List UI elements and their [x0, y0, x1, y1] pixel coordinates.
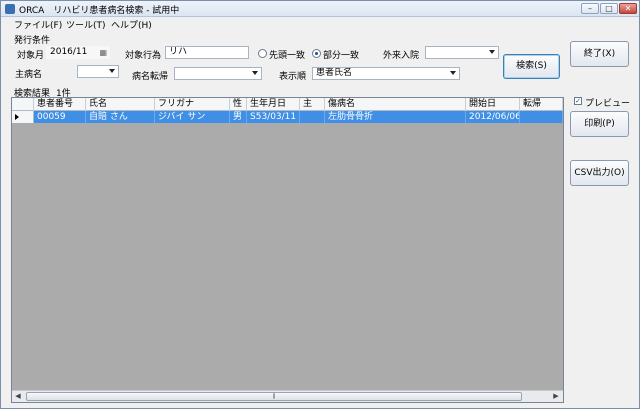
cell-disease[interactable]: 左肋骨骨折 — [325, 111, 466, 123]
disease-select[interactable] — [77, 65, 119, 78]
grid-corner — [12, 98, 34, 111]
search-button[interactable]: 検索(S) — [503, 54, 560, 79]
cell-birthdate[interactable]: S53/03/11 — [247, 111, 300, 123]
orca-app-icon — [5, 4, 15, 14]
outcome-label: 病名転帰 — [132, 72, 169, 82]
cell-furigana[interactable]: ジバイ サン — [155, 111, 230, 123]
preview-label[interactable]: プレビュー — [585, 96, 630, 109]
target-month-value: 2016/11 — [50, 47, 88, 57]
column-header[interactable]: 主 — [300, 98, 325, 111]
menu-bar: ファイル(F) ツール(T) ヘルプ(H) — [1, 17, 639, 31]
minimize-button[interactable]: – — [581, 3, 599, 14]
outcome-select[interactable] — [174, 67, 262, 80]
cell-main[interactable] — [300, 111, 325, 123]
cell-sex[interactable]: 男 — [230, 111, 247, 123]
title-bar[interactable]: ORCA リハビリ患者病名検索 - 試用中 – □ ✕ — [1, 1, 639, 17]
target-month-field[interactable]: 2016/11 ▦ — [46, 46, 110, 59]
target-month-label: 対象月 — [17, 51, 45, 61]
disease-label: 主病名 — [15, 70, 43, 80]
cell-start-date[interactable]: 2012/06/06 — [466, 111, 520, 123]
column-header[interactable]: 転帰 — [520, 98, 563, 111]
csv-export-button[interactable]: CSV出力(O) — [570, 160, 629, 186]
column-header[interactable]: フリガナ — [155, 98, 230, 111]
preview-checkbox[interactable]: ✓ — [574, 97, 582, 105]
quit-button[interactable]: 終了(X) — [570, 41, 629, 67]
chevron-down-icon — [450, 71, 456, 75]
cell-name[interactable]: 自賠 さん — [86, 111, 155, 123]
grid-header: 患者番号 氏名 フリガナ 性 生年月日 主 傷病名 開始日 転帰 — [12, 98, 563, 111]
outpatient-label: 外来入院 — [383, 51, 420, 61]
chevron-down-icon — [489, 50, 495, 54]
column-header[interactable]: 患者番号 — [34, 98, 86, 111]
table-row[interactable]: 00059 自賠 さん ジバイ サン 男 S53/03/11 左肋骨骨折 201… — [12, 111, 563, 123]
row-pointer-icon — [15, 114, 19, 120]
row-header[interactable] — [12, 111, 34, 123]
results-grid[interactable]: 患者番号 氏名 フリガナ 性 生年月日 主 傷病名 開始日 転帰 00059 自… — [11, 97, 564, 403]
app-window: ORCA リハビリ患者病名検索 - 試用中 – □ ✕ ファイル(F) ツール(… — [0, 0, 640, 409]
column-header[interactable]: 生年月日 — [247, 98, 300, 111]
conditions-section-label: 発行条件 — [14, 36, 51, 46]
maximize-button[interactable]: □ — [600, 3, 618, 14]
close-button[interactable]: ✕ — [619, 3, 637, 14]
scroll-left-icon[interactable]: ◀ — [12, 391, 24, 402]
cell-outcome[interactable] — [520, 111, 563, 123]
print-button[interactable]: 印刷(P) — [570, 111, 629, 137]
column-header[interactable]: 氏名 — [86, 98, 155, 111]
prefix-match-label[interactable]: 先頭一致 — [269, 48, 305, 61]
chevron-down-icon — [252, 71, 258, 75]
cell-patient-number[interactable]: 00059 — [34, 111, 86, 123]
partial-match-label[interactable]: 部分一致 — [323, 48, 359, 61]
menu-tools[interactable]: ツール(T) — [66, 18, 106, 31]
prefix-match-radio[interactable] — [258, 49, 267, 58]
menu-file[interactable]: ファイル(F) — [14, 18, 62, 31]
outpatient-select[interactable] — [425, 46, 499, 59]
column-header[interactable]: 開始日 — [466, 98, 520, 111]
window-title: ORCA リハビリ患者病名検索 - 試用中 — [19, 6, 180, 16]
column-header[interactable]: 性 — [230, 98, 247, 111]
sort-order-value: 患者氏名 — [316, 68, 353, 78]
sort-order-label: 表示順 — [279, 72, 307, 82]
menu-help[interactable]: ヘルプ(H) — [111, 18, 152, 31]
target-action-input[interactable]: リハ — [165, 46, 249, 59]
partial-match-radio[interactable] — [312, 49, 321, 58]
chevron-down-icon — [109, 69, 115, 73]
column-header[interactable]: 傷病名 — [325, 98, 466, 111]
calendar-icon[interactable]: ▦ — [99, 47, 107, 58]
horizontal-scrollbar[interactable]: ◀ ⫼ ▶ — [12, 390, 563, 402]
target-action-label: 対象行為 — [125, 51, 162, 61]
scroll-right-icon[interactable]: ▶ — [550, 391, 562, 402]
scroll-thumb[interactable]: ⫼ — [26, 392, 522, 401]
sort-order-select[interactable]: 患者氏名 — [312, 67, 460, 80]
